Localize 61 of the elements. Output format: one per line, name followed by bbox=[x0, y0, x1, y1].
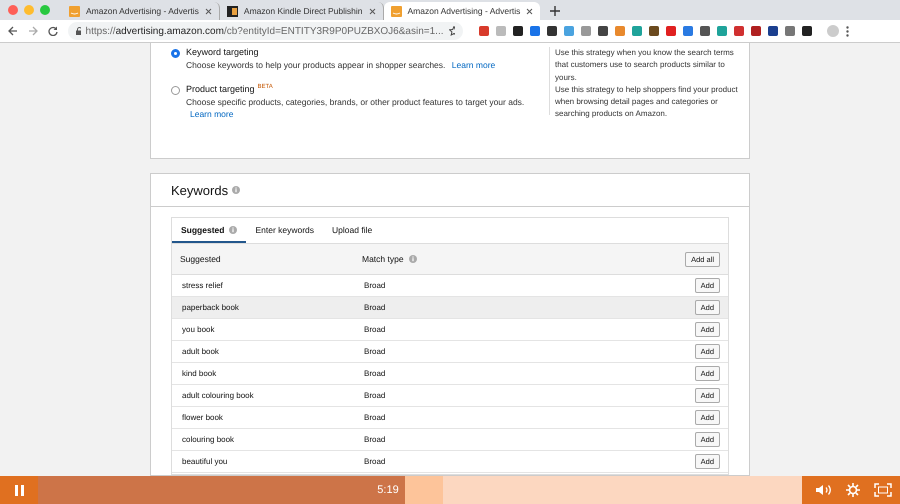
match-type-cell-text: Broad bbox=[364, 369, 386, 378]
close-icon[interactable] bbox=[204, 8, 212, 14]
forward-icon[interactable] bbox=[28, 26, 38, 36]
volume-icon[interactable] bbox=[816, 484, 832, 496]
lock-icon bbox=[76, 27, 81, 35]
keyword-cell-text: adult book bbox=[182, 347, 220, 356]
reload-icon[interactable] bbox=[48, 26, 58, 36]
option-description: Choose specific products, categories, brands, or other product features to target your ads. Learn more bbox=[186, 96, 526, 121]
option-label: Keyword targeting bbox=[186, 47, 260, 57]
match-type-cell-text: Broad bbox=[364, 435, 386, 444]
radio-button[interactable] bbox=[171, 86, 180, 95]
maximize-window-icon[interactable] bbox=[40, 5, 50, 15]
fullscreen-icon[interactable] bbox=[874, 483, 892, 497]
time-label: 5:19 bbox=[377, 484, 399, 496]
amazon-favicon-icon bbox=[69, 6, 80, 16]
address-field[interactable]: https://advertising.amazon.com/cb?entityId=ENTITY3R9P0PUZBXOJ6&asin=1... bbox=[68, 22, 463, 40]
keyword-cell-text: adult colouring book bbox=[182, 391, 255, 400]
info-icon bbox=[408, 255, 417, 263]
close-window-icon[interactable] bbox=[8, 5, 18, 15]
column-header: Suggested bbox=[180, 254, 222, 264]
match-type-cell-text: Broad bbox=[364, 281, 386, 290]
close-icon[interactable] bbox=[368, 8, 376, 14]
match-type-cell-text: Broad bbox=[364, 347, 386, 356]
pause-icon bbox=[14, 484, 24, 496]
close-icon[interactable] bbox=[526, 8, 534, 14]
amazon-favicon-icon bbox=[390, 6, 402, 16]
learn-more-link[interactable]: Learn more bbox=[452, 60, 496, 70]
keyword-tab[interactable]: Upload file bbox=[323, 218, 382, 243]
browser-tab[interactable]: Amazon Advertising - Advertis bbox=[62, 2, 220, 20]
info-icon bbox=[232, 186, 240, 194]
match-type-cell-text: Broad bbox=[364, 391, 386, 400]
keyword-cell-text: paperback book bbox=[182, 303, 240, 312]
match-type-cell-text: Broad bbox=[364, 325, 386, 334]
match-type-cell-text: Broad bbox=[364, 413, 386, 422]
help-text: Use this strategy to help shoppers find your product when browsing detail pages and categories or searching products on Amazon. bbox=[555, 84, 739, 120]
settings-icon[interactable] bbox=[846, 483, 860, 497]
radio-button[interactable] bbox=[171, 49, 180, 58]
more-menu-icon[interactable] bbox=[846, 26, 849, 36]
keyword-tab[interactable]: Enter keywords bbox=[246, 218, 324, 243]
beta-label: BETA bbox=[258, 84, 273, 90]
match-type-cell-text: Broad bbox=[364, 303, 386, 312]
keyword-cell-text: beautiful you bbox=[182, 457, 228, 466]
keyword-cell-text: flower book bbox=[182, 413, 224, 422]
option-label: Product targeting $^{BETA}$ bbox=[186, 84, 274, 94]
pause-button[interactable] bbox=[0, 476, 38, 504]
option-description: Choose keywords to help your products appear in shopper searches. Learn more bbox=[186, 60, 496, 72]
back-icon[interactable] bbox=[8, 26, 18, 36]
keyword-cell-text: kind book bbox=[182, 369, 218, 378]
column-header: Match type bbox=[362, 254, 404, 264]
help-text: Use this strategy when you know the search terms that customers use to search products similar to yours. bbox=[555, 47, 735, 84]
new-tab-icon[interactable] bbox=[550, 6, 560, 16]
match-type-cell-text: Broad bbox=[364, 457, 386, 466]
star-icon[interactable] bbox=[448, 26, 455, 36]
keyword-cell-text: stress relief bbox=[182, 281, 224, 290]
browser-tab[interactable]: Amazon Advertising - Advertis bbox=[384, 2, 540, 20]
section-title: Keywords bbox=[171, 182, 228, 198]
book-favicon-icon bbox=[226, 6, 238, 16]
keyword-cell-text: colouring book bbox=[182, 435, 236, 444]
browser-tab[interactable]: Amazon Kindle Direct Publishin bbox=[220, 2, 384, 20]
keyword-cell-text: you book bbox=[182, 325, 216, 334]
learn-more-link[interactable]: Learn more bbox=[190, 108, 234, 119]
